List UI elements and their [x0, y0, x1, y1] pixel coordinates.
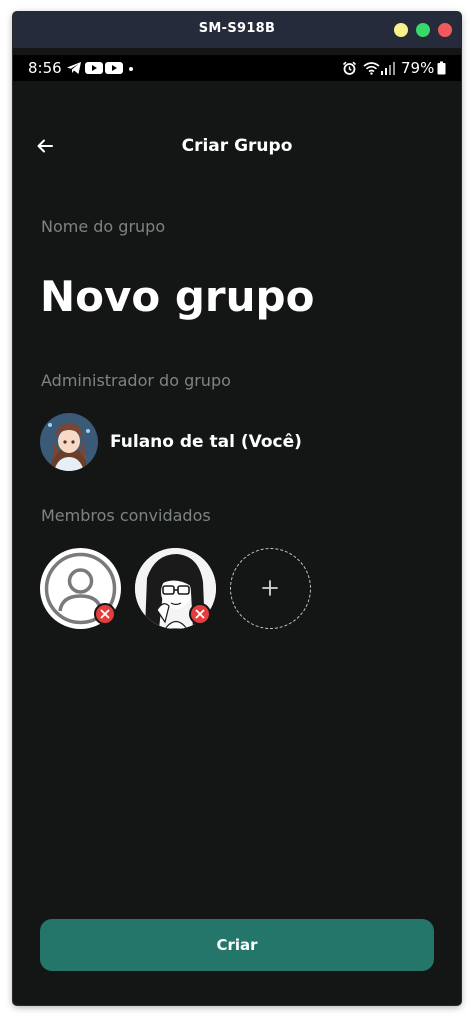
- close-icon: [100, 609, 110, 619]
- battery-icon: [437, 61, 446, 75]
- remove-member-button[interactable]: [94, 603, 116, 625]
- youtube-icon: [105, 62, 123, 74]
- admin-avatar: [40, 413, 98, 471]
- remove-member-button[interactable]: [189, 603, 211, 625]
- plus-icon: [262, 580, 278, 596]
- members-label: Membros convidados: [41, 506, 211, 525]
- telegram-icon: [67, 62, 81, 74]
- wifi-icon: [363, 62, 380, 75]
- admin-name: Fulano de tal (Você): [110, 432, 302, 452]
- youtube-icon: [85, 62, 103, 74]
- close-icon: [195, 609, 205, 619]
- dot-icon: [129, 67, 133, 71]
- signal-icon: [381, 62, 395, 75]
- app-window: SM-S918B 8:56 79% Criar Grupo Nome do gr…: [13, 12, 461, 1005]
- battery-percentage: 79%: [401, 59, 435, 77]
- page-title: Criar Grupo: [181, 136, 293, 156]
- group-name-label: Nome do grupo: [41, 217, 166, 236]
- status-time: 8:56: [28, 59, 62, 77]
- admin-label: Administrador do grupo: [41, 371, 231, 390]
- add-member-button[interactable]: [230, 548, 311, 629]
- status-bar: 8:56 79%: [13, 55, 461, 81]
- maximize-button[interactable]: [416, 23, 430, 37]
- create-button[interactable]: Criar: [40, 919, 434, 971]
- close-window-button[interactable]: [438, 23, 452, 37]
- window-titlebar: SM-S918B: [13, 12, 461, 48]
- minimize-button[interactable]: [394, 23, 408, 37]
- alarm-icon: [342, 61, 357, 75]
- group-name-field[interactable]: Novo grupo: [40, 272, 314, 321]
